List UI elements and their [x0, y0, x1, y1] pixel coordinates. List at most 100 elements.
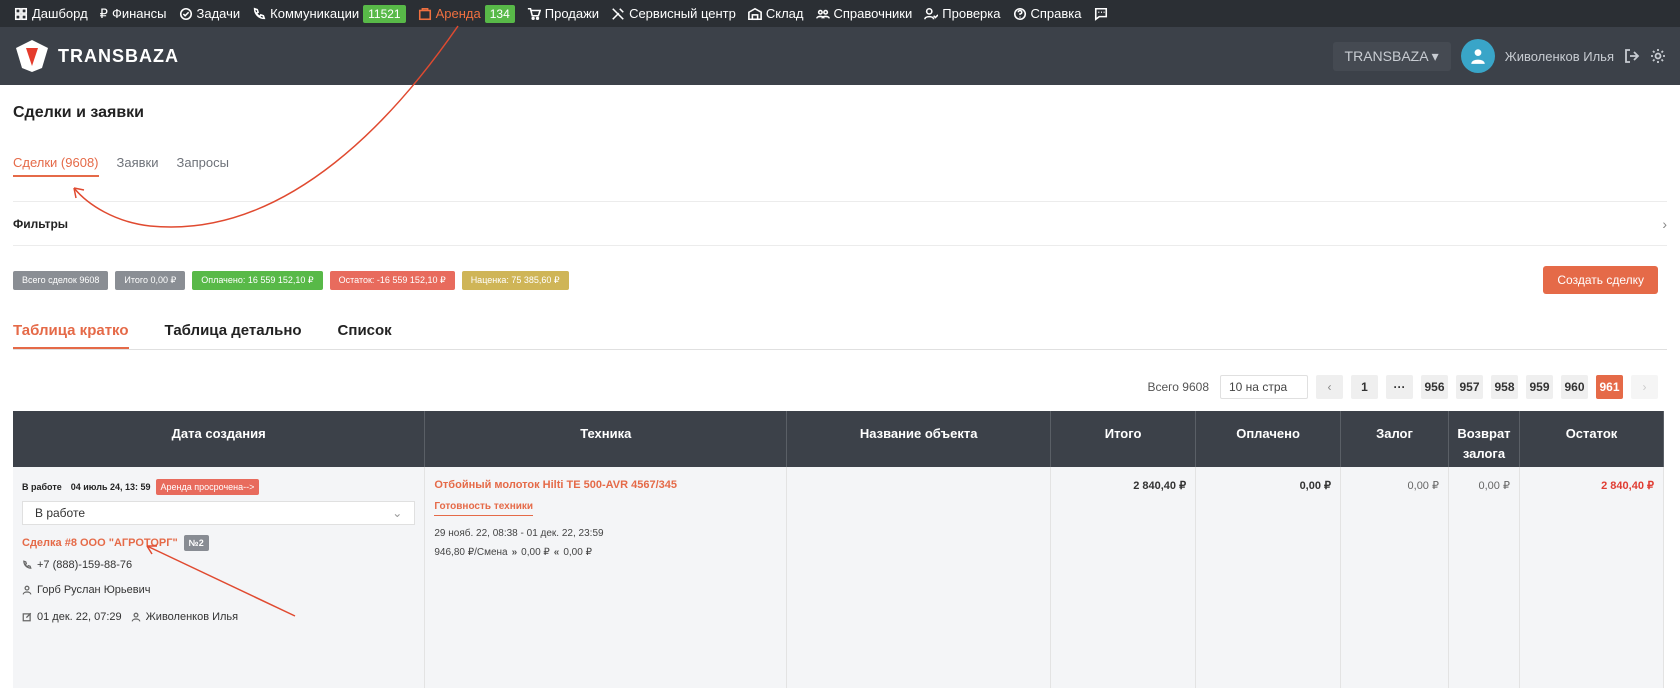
nav-label: Продажи — [544, 6, 600, 21]
app-header: TRANSBAZA TRANSBAZA ▾ Живоленков Илья — [0, 27, 1680, 85]
person-outline-icon — [131, 612, 141, 622]
nav-label: Сервисный центр — [629, 6, 736, 21]
filters-label: Фильтры — [13, 216, 69, 231]
nav-help[interactable]: Справка — [1013, 6, 1082, 21]
stat-balance: Остаток: -16 559 152,10 ₽ — [329, 271, 455, 290]
rent-count-badge: 134 — [484, 4, 515, 23]
annotation-arrowhead — [73, 187, 85, 199]
nav-directories[interactable]: Справочники — [815, 6, 912, 21]
users-icon — [815, 9, 830, 19]
page-title: Сделки и заявки — [13, 104, 144, 121]
phone-icon — [254, 7, 266, 19]
col-deposit-return[interactable]: Возврат залога — [1448, 411, 1520, 467]
page-button[interactable]: 959 — [1526, 375, 1553, 399]
chevron-right-icon: › — [1662, 215, 1667, 232]
col-equipment[interactable]: Техника — [424, 411, 788, 467]
nav-label: Проверка — [942, 6, 1001, 21]
nav-label: Задачи — [196, 6, 241, 21]
deal-status: В работе — [22, 482, 62, 492]
cell-object-name — [786, 467, 1052, 688]
page-button-current[interactable]: 961 — [1596, 375, 1623, 399]
col-date-created[interactable]: Дата создания — [13, 411, 426, 467]
delivery-in-icon: » — [511, 547, 518, 558]
rate-per-shift: 946,80 ₽/Смена — [434, 547, 508, 558]
tab-table-short[interactable]: Таблица кратко — [13, 322, 129, 349]
person-icon — [22, 585, 32, 595]
deal-link[interactable]: Сделка #8 ООО "АГРОТОРГ" — [22, 537, 178, 549]
equipment-link[interactable]: Отбойный молоток Hilti TE 500-AVR 4567/3… — [434, 479, 777, 491]
phone-icon — [23, 560, 32, 569]
chevron-down-icon: ⌄ — [392, 506, 403, 520]
page-ellipsis[interactable]: ··· — [1386, 375, 1413, 399]
nav-label: Справка — [1030, 6, 1082, 21]
equipment-ready-link[interactable]: Готовность техники — [434, 501, 534, 516]
table-row[interactable]: В работе 04 июль 24, 13: 59 Аренда проср… — [13, 467, 1665, 688]
nav-sales[interactable]: Продажи — [527, 6, 599, 21]
delivery-out-icon: « — [553, 547, 560, 558]
tab-table-detailed[interactable]: Таблица детально — [165, 322, 302, 349]
col-total[interactable]: Итого — [1050, 411, 1197, 467]
help-icon — [1013, 7, 1026, 20]
nav-label: Дашборд — [32, 6, 88, 21]
nav-warehouse[interactable]: Склад — [747, 6, 804, 21]
status-select[interactable]: В работе ⌄ — [22, 501, 416, 525]
table-header-row: Дата создания Техника Название объекта И… — [13, 411, 1665, 467]
logout-icon[interactable] — [1624, 48, 1640, 64]
filters-panel[interactable]: Фильтры › — [13, 201, 1667, 246]
client-phone[interactable]: +7 (888)-159-88-76 — [37, 559, 132, 571]
caret-down-icon: ▾ — [1431, 47, 1439, 64]
deals-table: Дата создания Техника Название объекта И… — [13, 411, 1665, 688]
company-selector[interactable]: TRANSBAZA ▾ — [1332, 41, 1451, 71]
contact-line: Горб Руслан Юрьевич — [22, 584, 415, 596]
nav-tasks[interactable]: Задачи — [179, 6, 241, 21]
page-button[interactable]: 956 — [1421, 375, 1448, 399]
nav-chat[interactable] — [1094, 7, 1108, 21]
nav-finance[interactable]: ₽ Финансы — [100, 6, 167, 22]
nav-rent[interactable]: Аренда 134 — [418, 4, 515, 23]
warehouse-icon — [747, 7, 762, 20]
tab-list[interactable]: Список — [338, 322, 392, 349]
pagination: Всего 9608 10 на стра ‹ 1 ··· 956 957 95… — [1148, 375, 1658, 399]
page-button[interactable]: 960 — [1561, 375, 1588, 399]
cell-deposit: 0,00 ₽ — [1340, 467, 1449, 688]
edit-icon — [22, 612, 32, 622]
tab-deals[interactable]: Сделки (9608) — [13, 155, 99, 177]
nav-dashboard[interactable]: Дашборд — [14, 6, 88, 21]
stat-paid: Оплачено: 16 559 152,10 ₽ — [192, 271, 323, 290]
col-object-name[interactable]: Название объекта — [786, 411, 1052, 467]
deal-link-row: Сделка #8 ООО "АГРОТОРГ" №2 — [22, 535, 415, 551]
create-deal-button[interactable]: Создать сделку — [1543, 266, 1658, 294]
per-page-select[interactable]: 10 на стра — [1220, 375, 1308, 399]
dashboard-icon — [14, 7, 28, 20]
avatar[interactable] — [1460, 39, 1495, 73]
col-paid[interactable]: Оплачено — [1195, 411, 1342, 467]
page-button[interactable]: 958 — [1491, 375, 1518, 399]
contact-name: Горб Руслан Юрьевич — [37, 584, 151, 596]
tab-queries[interactable]: Запросы — [176, 155, 228, 177]
nav-check[interactable]: Проверка — [924, 6, 1001, 21]
logo[interactable]: TRANSBAZA — [14, 38, 179, 74]
logo-mark-icon — [16, 40, 48, 72]
prev-page-button[interactable]: ‹ — [1316, 375, 1343, 399]
nav-service-center[interactable]: Сервисный центр — [611, 6, 736, 21]
nav-communications[interactable]: Коммуникации 11521 — [252, 4, 406, 23]
chat-icon — [1094, 7, 1107, 21]
page-button[interactable]: 957 — [1456, 375, 1483, 399]
col-deposit[interactable]: Залог — [1340, 411, 1449, 467]
page-button[interactable]: 1 — [1351, 375, 1378, 399]
stat-total: Итого 0,00 ₽ — [115, 271, 186, 290]
next-page-button[interactable]: › — [1631, 375, 1658, 399]
phone-line: +7 (888)-159-88-76 — [22, 559, 415, 571]
tab-requests[interactable]: Заявки — [117, 155, 159, 177]
check-circle-icon — [179, 7, 192, 20]
stat-markup: Наценка: 75 385,60 ₽ — [461, 271, 569, 290]
gear-icon[interactable] — [1650, 48, 1666, 64]
nav-label: Аренда — [435, 6, 481, 21]
communications-count-badge: 11521 — [363, 4, 406, 23]
rent-icon — [418, 7, 431, 20]
user-name[interactable]: Живоленков Илья — [1505, 49, 1614, 64]
overdue-badge[interactable]: Аренда просрочена--> — [155, 479, 260, 495]
cell-balance: 2 840,40 ₽ — [1519, 467, 1665, 688]
col-balance[interactable]: Остаток — [1519, 411, 1665, 467]
stats-pills: Всего сделок 9608 Итого 0,00 ₽ Оплачено:… — [13, 271, 569, 290]
